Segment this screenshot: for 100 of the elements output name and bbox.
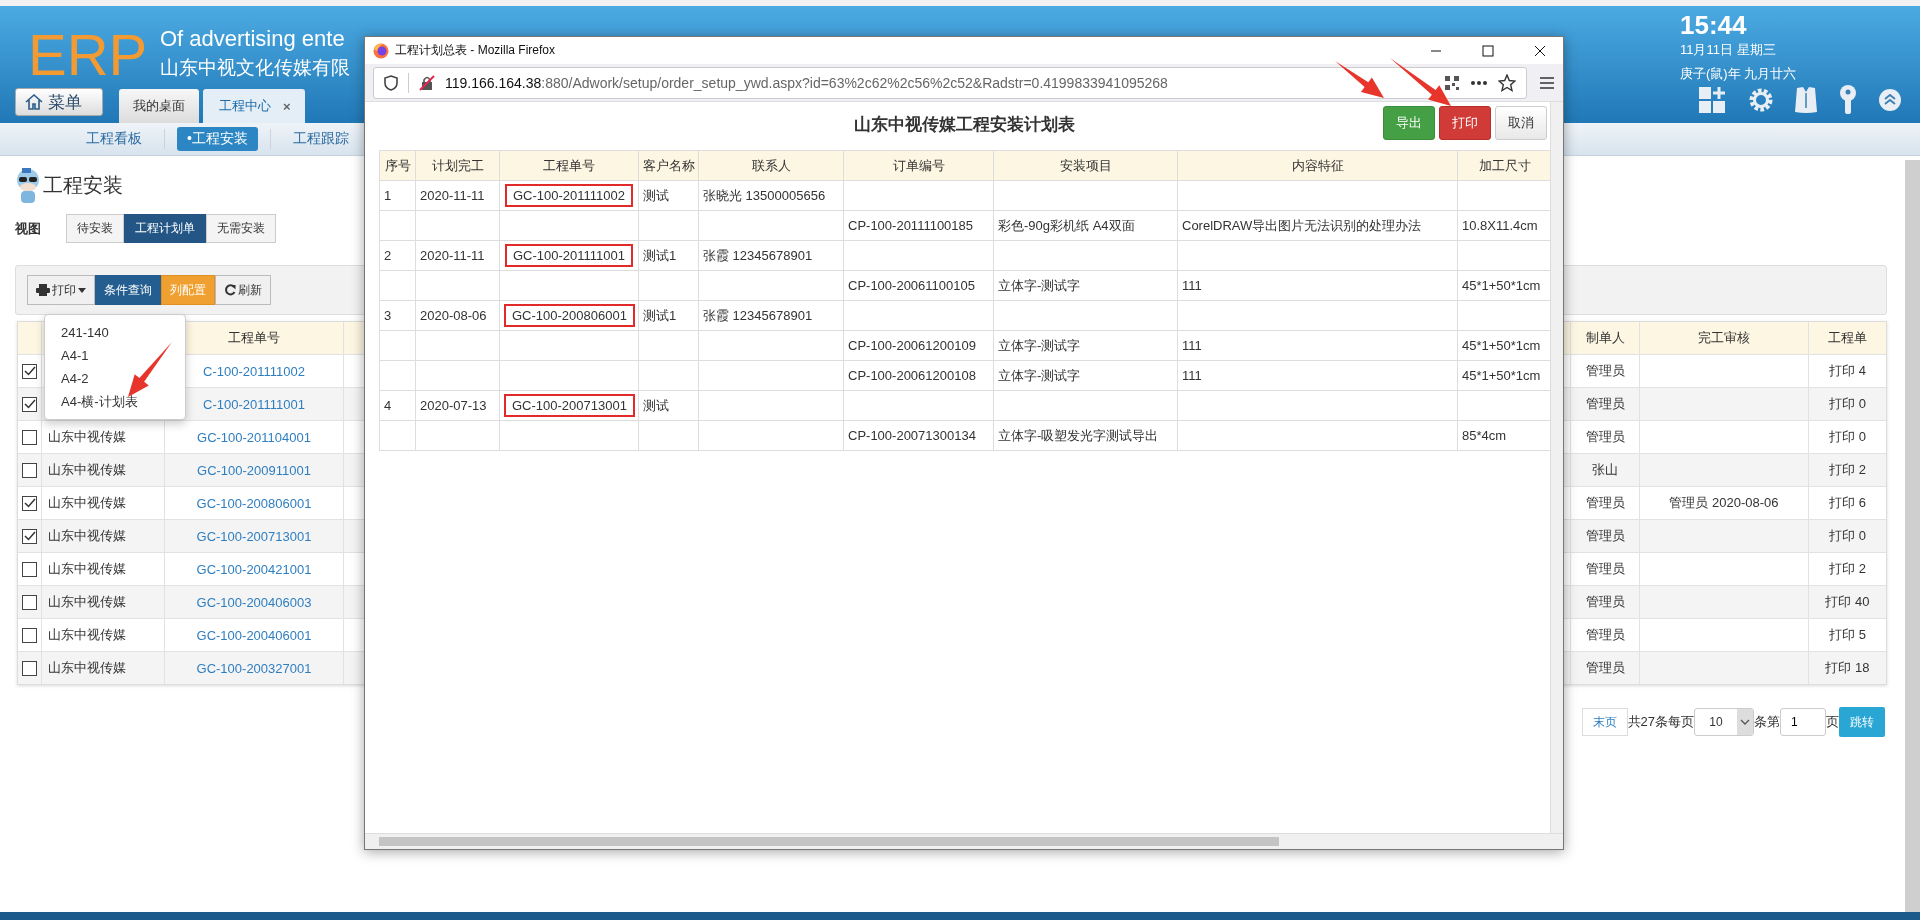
table-cell: 立体字-测试字 bbox=[998, 277, 1081, 293]
menu-icon[interactable] bbox=[1539, 75, 1555, 90]
tab[interactable]: 我的桌面 bbox=[119, 89, 199, 123]
vertical-scrollbar[interactable] bbox=[1550, 102, 1563, 833]
table-cell: 测试 bbox=[643, 187, 669, 203]
order-link[interactable]: GC-100-200406003 bbox=[196, 594, 312, 610]
menu-item[interactable]: A4-横-计划表 bbox=[45, 390, 185, 413]
table-cell: 45*1+50*1cm bbox=[1462, 368, 1541, 383]
print-count-cell: 打印 0 bbox=[1829, 428, 1866, 446]
address-bar[interactable]: 119.166.164.38:880/Adwork/setup/order_setup_ywd.aspx?id=63%2c62%2c56%2c52&Radstr=0.4199833941095268 bbox=[373, 66, 1527, 99]
maker-cell: 管理员 bbox=[1585, 527, 1625, 545]
customer-cell: 山东中视传媒 bbox=[48, 527, 126, 545]
last-page-button[interactable]: 末页 bbox=[1581, 708, 1628, 736]
window-title: 工程计划总表 - Mozilla Firefox bbox=[395, 42, 555, 59]
qr-code-icon[interactable] bbox=[1444, 74, 1460, 91]
menu-item[interactable]: A4-2 bbox=[45, 367, 185, 390]
action-button[interactable]: 导出 bbox=[1383, 106, 1435, 140]
table-cell: CP-100-20071300134 bbox=[848, 428, 976, 443]
table-cell: CP-100-20061200108 bbox=[848, 368, 976, 383]
row-checkbox[interactable] bbox=[22, 594, 37, 610]
caret-icon bbox=[78, 287, 86, 293]
order-link[interactable]: GC-100-200911001 bbox=[197, 462, 311, 478]
annotation-arrow bbox=[1335, 61, 1384, 98]
toolbar-button[interactable]: 打印 bbox=[27, 275, 95, 305]
print-count-cell: 打印 2 bbox=[1829, 560, 1866, 578]
table-cell: 2020-07-13 bbox=[420, 398, 487, 413]
customer-cell: 山东中视传媒 bbox=[48, 428, 126, 446]
more-icon[interactable] bbox=[1470, 79, 1488, 86]
tab-label[interactable]: 工程中心 bbox=[219, 97, 271, 115]
print-count-cell: 打印 5 bbox=[1829, 626, 1866, 644]
star-icon[interactable] bbox=[1498, 73, 1516, 92]
total-text: 共27条每页 bbox=[1627, 713, 1694, 731]
sub-nav-item[interactable]: 工程跟踪 bbox=[282, 127, 359, 151]
row-checkbox[interactable] bbox=[22, 660, 37, 676]
action-button[interactable]: 打印 bbox=[1439, 106, 1491, 140]
scrollbar[interactable] bbox=[1905, 160, 1920, 912]
maker-cell: 管理员 bbox=[1585, 395, 1625, 413]
printer-icon bbox=[36, 284, 50, 296]
project-number-cell: GC-100-201111002 bbox=[505, 184, 633, 207]
view-button[interactable]: 工程计划单 bbox=[124, 214, 206, 243]
home-icon bbox=[24, 93, 44, 111]
add-module-icon[interactable] bbox=[1698, 86, 1728, 114]
tab-label[interactable]: 我的桌面 bbox=[133, 97, 185, 115]
settings-icon[interactable] bbox=[1748, 87, 1774, 113]
table-cell: 测试1 bbox=[643, 247, 677, 263]
order-link[interactable]: GC-100-200327001 bbox=[196, 660, 312, 676]
maker-cell: 管理员 bbox=[1585, 362, 1625, 380]
table-cell: CP-100-20061100105 bbox=[848, 278, 975, 293]
action-button[interactable]: 取消 bbox=[1495, 106, 1547, 140]
tab[interactable]: 工程中心 × bbox=[203, 89, 305, 123]
table-cell: CorelDRAW导出图片无法识别的处理办法 bbox=[1182, 217, 1422, 233]
order-link[interactable]: GC-100-200806001 bbox=[196, 495, 312, 511]
row-checkbox[interactable] bbox=[22, 528, 37, 544]
row-checkbox[interactable] bbox=[22, 495, 37, 511]
table-cell: 测试1 bbox=[643, 307, 677, 323]
table-cell: 2020-11-11 bbox=[420, 248, 485, 263]
key-icon[interactable] bbox=[1838, 85, 1858, 115]
horizontal-scrollbar[interactable] bbox=[365, 833, 1563, 849]
insecure-lock-icon bbox=[419, 74, 435, 91]
table-cell: 立体字-测试字 bbox=[998, 367, 1081, 383]
page-size-select[interactable]: 10 bbox=[1694, 708, 1754, 736]
view-button[interactable]: 无需安装 bbox=[206, 214, 276, 243]
view-label: 视图 bbox=[15, 219, 42, 238]
table-cell: 2020-11-11 bbox=[420, 188, 485, 203]
customer-cell: 山东中视传媒 bbox=[48, 560, 126, 578]
go-button[interactable]: 跳转 bbox=[1839, 707, 1885, 737]
order-link[interactable]: GC-100-200713001 bbox=[196, 528, 312, 544]
order-link[interactable]: GC-100-200406001 bbox=[196, 627, 312, 643]
project-number-cell: GC-100-200806001 bbox=[504, 304, 635, 327]
page-input[interactable]: 1 bbox=[1780, 708, 1826, 736]
shirt-icon[interactable] bbox=[1794, 86, 1818, 114]
view-button[interactable]: 待安装 bbox=[66, 214, 124, 243]
review-cell: 管理员 2020-08-06 bbox=[1669, 494, 1779, 512]
maker-cell: 管理员 bbox=[1585, 659, 1625, 677]
customer-cell: 山东中视传媒 bbox=[48, 659, 126, 677]
column-header: 订单编号 bbox=[843, 150, 994, 181]
print-count-cell: 打印 2 bbox=[1829, 461, 1866, 479]
table-cell: 立体字-测试字 bbox=[998, 337, 1081, 353]
order-link[interactable]: GC-100-201104001 bbox=[197, 429, 311, 445]
tab-close[interactable]: × bbox=[283, 98, 291, 114]
row-checkbox[interactable] bbox=[22, 363, 37, 379]
order-link[interactable]: GC-100-200421001 bbox=[196, 561, 312, 577]
row-checkbox[interactable] bbox=[22, 561, 37, 577]
toolbar-button[interactable]: 刷新 bbox=[215, 275, 271, 305]
row-checkbox[interactable] bbox=[22, 429, 37, 445]
row-checkbox[interactable] bbox=[22, 627, 37, 643]
row-checkbox[interactable] bbox=[22, 462, 37, 478]
sub-nav-item[interactable]: 工程看板 bbox=[76, 127, 152, 151]
table-cell: 111 bbox=[1182, 338, 1202, 353]
menu-button[interactable]: 菜单 bbox=[15, 88, 103, 116]
table-cell: 1 bbox=[384, 188, 392, 203]
row-checkbox[interactable] bbox=[22, 396, 37, 412]
print-count-cell: 打印 18 bbox=[1825, 659, 1870, 677]
toolbar-button[interactable]: 条件查询 bbox=[95, 275, 161, 305]
collapse-icon[interactable] bbox=[1878, 88, 1902, 112]
column-header: 计划完工 bbox=[415, 150, 500, 181]
order-link[interactable]: C-100-201111001 bbox=[203, 396, 305, 412]
sub-nav-item[interactable]: •工程安装 bbox=[177, 127, 258, 151]
order-link[interactable]: C-100-201111002 bbox=[203, 363, 305, 379]
maker-cell: 张山 bbox=[1592, 461, 1618, 479]
